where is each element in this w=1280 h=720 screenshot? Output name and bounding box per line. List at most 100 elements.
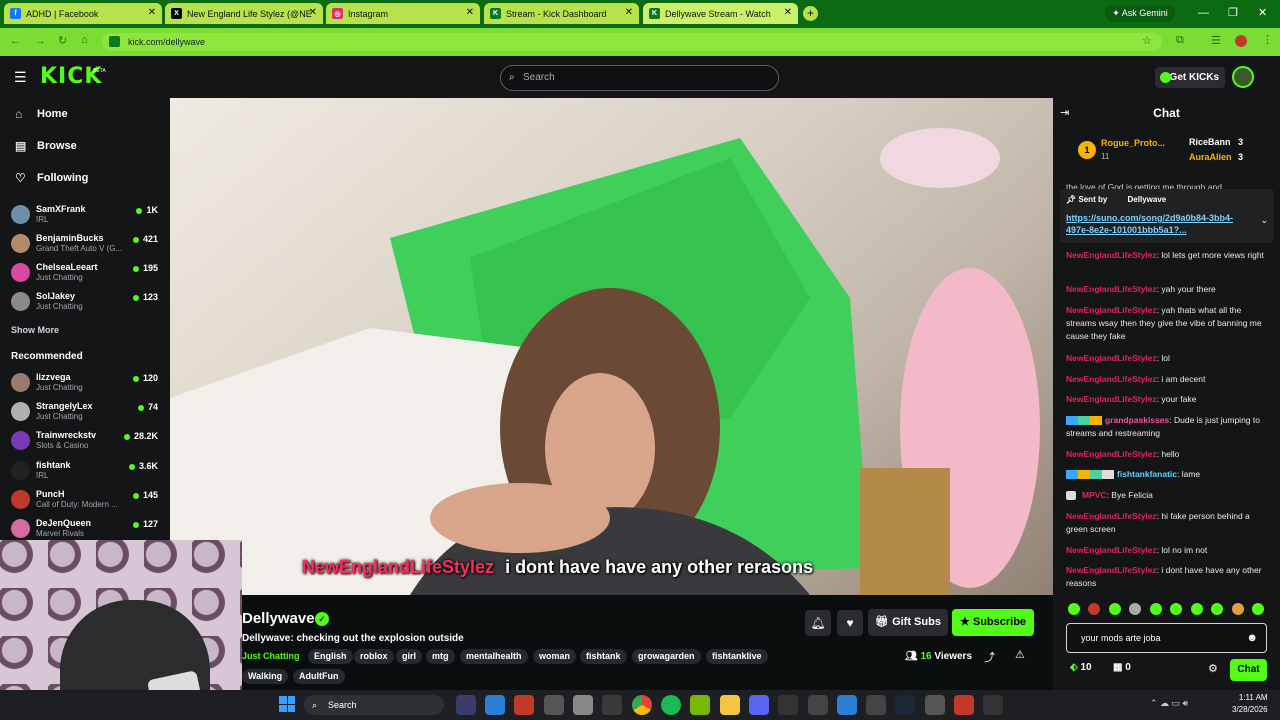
emote-icon[interactable] — [1211, 603, 1224, 615]
channel-item[interactable]: BenjaminBucks Grand Theft Auto V (G... 4… — [11, 231, 161, 257]
tag[interactable]: woman — [533, 649, 577, 664]
channel-item[interactable]: SolJakey Just Chatting 123 — [11, 289, 161, 315]
streamer-name[interactable]: Dellywave — [242, 610, 315, 627]
close-icon[interactable]: ✕ — [148, 7, 156, 18]
top-gifter-name[interactable]: Rogue_Proto... — [1101, 138, 1165, 148]
chat-username[interactable]: NewEnglandLifeStylez — [1066, 284, 1157, 294]
maximize-button[interactable]: ❐ — [1228, 6, 1238, 19]
emote-icon[interactable] — [1251, 603, 1264, 615]
kicks-balance[interactable]: ⬖ 10 — [1070, 662, 1092, 673]
channel-item[interactable]: fishtank IRL 3.6K — [11, 458, 161, 484]
app-icon[interactable] — [602, 695, 622, 715]
search-input[interactable]: ⌕ Search — [500, 65, 779, 91]
bookmark-star-icon[interactable]: ☆ — [1142, 34, 1152, 47]
tag[interactable]: growagarden — [632, 649, 701, 664]
tag[interactable]: mentalhealth — [460, 649, 528, 664]
app-icon[interactable] — [983, 695, 1003, 715]
close-icon[interactable]: ✕ — [784, 7, 792, 18]
app-icon[interactable] — [808, 695, 828, 715]
close-window-button[interactable]: ✕ — [1258, 6, 1267, 19]
home-button-icon[interactable]: ⌂ — [81, 34, 88, 46]
emote-icon[interactable] — [1108, 603, 1121, 615]
nav-following[interactable]: ♡ Following — [15, 171, 88, 185]
notification-bell-button[interactable]: 🔔︎ — [805, 610, 831, 636]
app-icon[interactable] — [573, 695, 593, 715]
chat-username[interactable]: NewEnglandLifeStylez — [1066, 565, 1157, 575]
spotify-icon[interactable] — [661, 695, 681, 715]
close-icon[interactable]: ✕ — [309, 7, 317, 18]
chat-username[interactable]: NewEnglandLifeStylez — [1066, 545, 1157, 555]
category-link[interactable]: Just Chatting — [242, 651, 300, 661]
minimize-button[interactable]: — — [1198, 7, 1209, 19]
get-kicks-button[interactable]: Get KICKs — [1155, 67, 1225, 88]
emote-icon[interactable] — [1231, 603, 1244, 615]
pinned-link[interactable]: https://suno.com/song/2d9a0b84-3bb4-497e… — [1066, 212, 1246, 236]
close-icon[interactable]: ✕ — [466, 7, 474, 18]
tag[interactable]: mtg — [426, 649, 455, 664]
chat-username[interactable]: NewEnglandLifeStylez — [1066, 511, 1157, 521]
chat-username[interactable]: NewEnglandLifeStylez — [1066, 305, 1157, 315]
ask-gemini-button[interactable]: ✦ Ask Gemini — [1105, 5, 1175, 22]
app-icon[interactable] — [954, 695, 974, 715]
channel-item[interactable]: ChelseaLeeart Just Chatting 195 — [11, 260, 161, 286]
gifter-name[interactable]: RiceBann — [1189, 137, 1231, 147]
forward-icon[interactable]: → — [35, 35, 46, 47]
tag[interactable]: AdultFun — [293, 669, 345, 684]
chat-username[interactable]: NewEnglandLifeStylez — [1066, 394, 1157, 404]
steam-icon[interactable] — [895, 695, 915, 715]
tag[interactable]: fishtank — [580, 649, 627, 664]
chat-username[interactable]: NewEnglandLifeStylez — [1066, 374, 1157, 384]
back-icon[interactable]: ← — [10, 35, 21, 47]
channel-item[interactable]: DeJenQueen Marvel Rivals 127 — [11, 516, 161, 542]
app-icon[interactable] — [485, 695, 505, 715]
nav-home[interactable]: ⌂ Home — [15, 107, 68, 121]
share-icon[interactable]: ⤴ — [984, 649, 995, 665]
taskbar-search[interactable]: ⌕ Search — [304, 695, 444, 715]
tray-icons[interactable]: ⌃ ☁ ▭ 🔊︎ — [1150, 698, 1188, 709]
chrome-icon[interactable] — [632, 695, 652, 715]
nav-browse[interactable]: ▤ Browse — [15, 139, 77, 153]
points-balance[interactable]: ▦ 0 — [1113, 662, 1131, 673]
send-chat-button[interactable]: Chat — [1230, 659, 1267, 681]
channel-item[interactable]: lizzvega Just Chatting 120 — [11, 370, 161, 396]
chat-username[interactable]: MPVC — [1082, 490, 1107, 500]
close-icon[interactable]: ✕ — [625, 7, 633, 18]
emote-icon[interactable] — [1190, 603, 1203, 615]
hamburger-menu-icon[interactable]: ☰ — [14, 69, 27, 86]
emote-icon[interactable] — [1129, 603, 1142, 615]
app-icon[interactable] — [837, 695, 857, 715]
profile-avatar[interactable] — [1235, 35, 1247, 47]
media-icon[interactable]: ☰ — [1211, 34, 1221, 47]
new-tab-button[interactable]: + — [803, 6, 818, 21]
video-player[interactable] — [170, 98, 1053, 595]
gift-subs-button[interactable]: 🎁︎ Gift Subs — [868, 609, 948, 636]
tag[interactable]: roblox — [354, 649, 394, 664]
app-icon[interactable] — [544, 695, 564, 715]
chat-username[interactable]: fishtankfanatic — [1117, 469, 1177, 479]
tag[interactable]: fishtanklive — [706, 649, 768, 664]
tag[interactable]: girl — [396, 649, 423, 664]
extensions-icon[interactable]: ⧉ — [1176, 34, 1184, 47]
pinned-message[interactable]: 📌︎ Sent by Dellywave https://suno.com/so… — [1060, 189, 1274, 243]
folder-icon[interactable] — [720, 695, 740, 715]
browser-menu-icon[interactable]: ⋮ — [1262, 33, 1273, 46]
tab-facebook[interactable]: f ADHD | Facebook ✕ — [4, 3, 162, 24]
chat-username[interactable]: NewEnglandLifeStylez — [1066, 353, 1157, 363]
chat-username[interactable]: NewEnglandLifeStylez — [1066, 449, 1157, 459]
emoji-icon[interactable]: ☻ — [1246, 624, 1258, 652]
app-icon[interactable] — [778, 695, 798, 715]
channel-item[interactable]: StrangelyLex Just Chatting 74 — [11, 399, 161, 425]
emote-icon[interactable] — [1170, 603, 1183, 615]
channel-item[interactable]: SamXFrank IRL 1K — [11, 202, 161, 228]
tab-kick-dashboard[interactable]: K Stream - Kick Dashboard ✕ — [484, 3, 639, 24]
emote-icon[interactable] — [1088, 603, 1101, 615]
tab-instagram[interactable]: ◎ Instagram ✕ — [326, 3, 480, 24]
chat-username[interactable]: grandpaskisses — [1105, 415, 1169, 425]
chat-settings-icon[interactable]: ⚙ — [1208, 662, 1218, 675]
discord-icon[interactable] — [749, 695, 769, 715]
user-avatar[interactable] — [1232, 66, 1254, 88]
nvidia-icon[interactable] — [690, 695, 710, 715]
emote-icon[interactable] — [1068, 603, 1080, 615]
gifter-name[interactable]: AuraAlien — [1189, 152, 1232, 162]
chevron-down-icon[interactable]: ⌄ — [1260, 215, 1268, 226]
